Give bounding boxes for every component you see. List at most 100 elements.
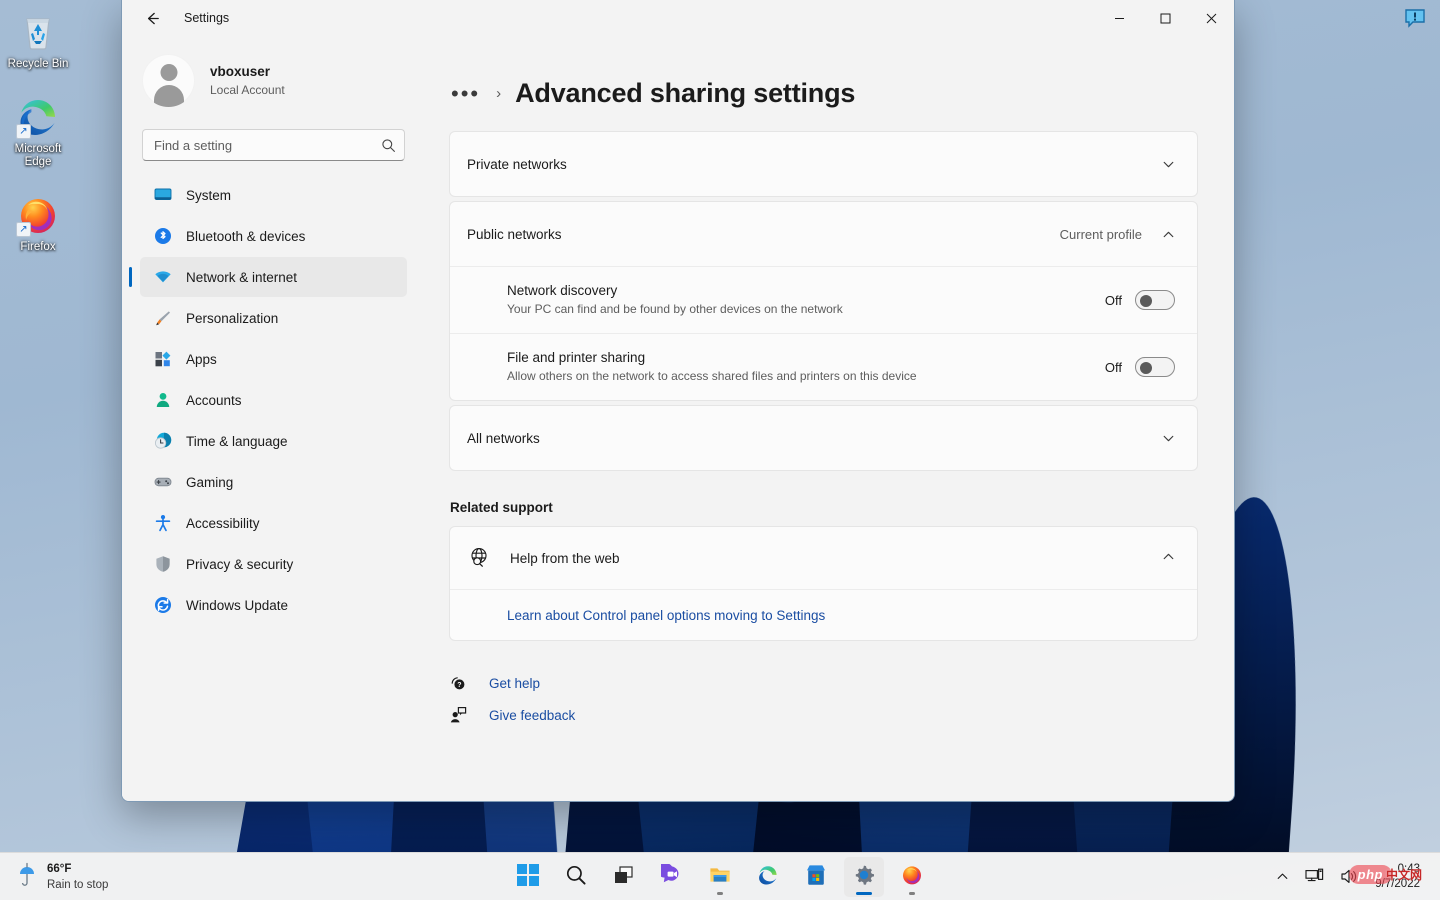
taskbar-store-button[interactable]	[796, 857, 836, 897]
help-from-web-header[interactable]: Help from the web	[450, 527, 1197, 589]
notification-balloon-icon[interactable]	[1404, 8, 1426, 28]
network-tray-button[interactable]	[1299, 858, 1330, 896]
taskbar-search-button[interactable]	[556, 857, 596, 897]
all-networks-title: All networks	[467, 430, 540, 446]
network-discovery-toggle[interactable]	[1135, 290, 1175, 310]
taskbar-firefox-button[interactable]	[892, 857, 932, 897]
recycle-bin-icon	[16, 10, 60, 54]
sidebar-item-bluetooth-devices[interactable]: Bluetooth & devices	[140, 216, 407, 256]
windows-start-icon	[517, 864, 539, 889]
system-icon	[154, 186, 172, 204]
sidebar-item-accessibility[interactable]: Accessibility	[140, 503, 407, 543]
sidebar-item-label: Accounts	[186, 392, 242, 408]
give-feedback-icon	[449, 706, 467, 724]
network-wifi-icon	[154, 268, 172, 286]
breadcrumb-overflow-button[interactable]: •••	[449, 82, 482, 105]
minimize-button[interactable]	[1096, 0, 1142, 36]
sidebar-item-system[interactable]: System	[140, 175, 407, 215]
maximize-button[interactable]	[1142, 0, 1188, 36]
toggle-knob	[1140, 362, 1152, 374]
taskbar-chat-button[interactable]	[652, 857, 692, 897]
main-content: ••• › Advanced sharing settings Private …	[419, 36, 1234, 801]
sidebar-item-network-internet[interactable]: Network & internet	[129, 257, 407, 297]
settings-gear-icon	[853, 864, 875, 889]
breadcrumb-separator-icon: ›	[496, 85, 502, 102]
file-printer-sharing-toggle-label: Off	[1104, 359, 1122, 375]
public-networks-title: Public networks	[467, 226, 562, 242]
search-input[interactable]	[142, 129, 405, 161]
desktop-icon-list: Recycle Bin ↗ Microsoft Edge ↗ Firefox	[0, 4, 76, 272]
network-discovery-description: Your PC can find and be found by other d…	[507, 302, 843, 316]
taskbar-file-explorer-button[interactable]	[700, 857, 740, 897]
file-printer-sharing-row: File and printer sharing Allow others on…	[450, 333, 1197, 400]
sidebar-item-time-language[interactable]: Time & language	[140, 421, 407, 461]
taskbar-edge-button[interactable]	[748, 857, 788, 897]
chevron-down-icon	[1163, 435, 1174, 441]
page-title: Advanced sharing settings	[515, 78, 856, 108]
taskbar-weather-widget[interactable]: 66°F Rain to stop	[0, 857, 118, 897]
sidebar-item-apps[interactable]: Apps	[140, 339, 407, 379]
help-link-row: Learn about Control panel options moving…	[450, 589, 1197, 640]
private-networks-header[interactable]: Private networks	[450, 132, 1197, 196]
chat-teams-icon	[656, 862, 683, 889]
desktop-icon-label: Microsoft Edge	[14, 143, 62, 168]
edge-icon	[757, 864, 779, 889]
show-hidden-icons-button[interactable]	[1270, 858, 1295, 896]
help-from-web-title: Help from the web	[510, 550, 620, 566]
clock-date: 9/7/2022	[1375, 877, 1420, 890]
volume-tray-button[interactable]	[1334, 858, 1365, 896]
get-help-link[interactable]: ? Get help	[449, 674, 1198, 692]
firefox-icon: ↗	[16, 193, 60, 237]
desktop-icon-label: Recycle Bin	[7, 58, 69, 70]
taskbar: 66°F Rain to stop 0:43 9/7/2022	[0, 852, 1440, 900]
taskbar-active-indicator	[856, 891, 872, 895]
sidebar-item-label: Gaming	[186, 474, 234, 490]
sidebar-item-gaming[interactable]: Gaming	[140, 462, 407, 502]
back-button[interactable]	[136, 2, 168, 34]
desktop-icon-firefox[interactable]: ↗ Firefox	[0, 187, 76, 258]
footer-links: ? Get help Give feedback	[449, 674, 1198, 724]
give-feedback-link[interactable]: Give feedback	[449, 706, 1198, 724]
search-button[interactable]	[375, 132, 401, 158]
account-tile[interactable]: vboxuser Local Account	[140, 36, 407, 123]
shortcut-arrow-icon: ↗	[16, 222, 31, 237]
microsoft-store-icon	[805, 864, 827, 889]
sidebar-item-privacy-security[interactable]: Privacy & security	[140, 544, 407, 584]
desktop-icon-label: Firefox	[20, 241, 56, 253]
public-networks-card: Public networks Current profile Network …	[449, 201, 1198, 401]
public-networks-header[interactable]: Public networks Current profile	[450, 202, 1197, 266]
accessibility-person-icon	[154, 514, 172, 532]
taskbar-start-button[interactable]	[508, 857, 548, 897]
sidebar-item-label: Windows Update	[186, 597, 289, 613]
sidebar-item-personalization[interactable]: Personalization	[140, 298, 407, 338]
taskbar-clock[interactable]: 0:43 9/7/2022	[1369, 857, 1432, 897]
file-printer-sharing-toggle[interactable]	[1135, 357, 1175, 377]
gaming-controller-icon	[154, 473, 172, 491]
weather-condition: Rain to stop	[47, 878, 109, 891]
taskbar-settings-button[interactable]	[844, 856, 884, 897]
chevron-down-icon	[1163, 161, 1174, 167]
sidebar-item-windows-update[interactable]: Windows Update	[140, 585, 407, 625]
taskbar-app-buttons	[508, 856, 932, 897]
edge-icon: ↗	[16, 95, 60, 139]
avatar	[142, 54, 195, 107]
taskbar-task-view-button[interactable]	[604, 857, 644, 897]
globe-search-icon	[468, 546, 490, 571]
sidebar-nav: System Bluetooth & devices Network & int…	[129, 175, 407, 625]
sidebar-item-label: Network & internet	[186, 269, 298, 285]
current-profile-note: Current profile	[1059, 226, 1142, 242]
maximize-icon	[1160, 13, 1170, 23]
sidebar-item-label: Personalization	[186, 310, 279, 326]
search-box	[142, 129, 405, 161]
sidebar-item-accounts[interactable]: Accounts	[140, 380, 407, 420]
close-button[interactable]	[1188, 0, 1234, 36]
search-icon	[381, 138, 395, 152]
weather-temperature: 66°F	[47, 862, 72, 875]
desktop-icon-microsoft-edge[interactable]: ↗ Microsoft Edge	[0, 89, 76, 173]
all-networks-header[interactable]: All networks	[450, 406, 1197, 470]
sidebar-item-label: Privacy & security	[186, 556, 294, 572]
control-panel-options-link[interactable]: Learn about Control panel options moving…	[507, 608, 825, 623]
chevron-up-icon	[1277, 873, 1288, 879]
desktop-icon-recycle-bin[interactable]: Recycle Bin	[0, 4, 76, 75]
file-explorer-icon	[709, 864, 731, 889]
